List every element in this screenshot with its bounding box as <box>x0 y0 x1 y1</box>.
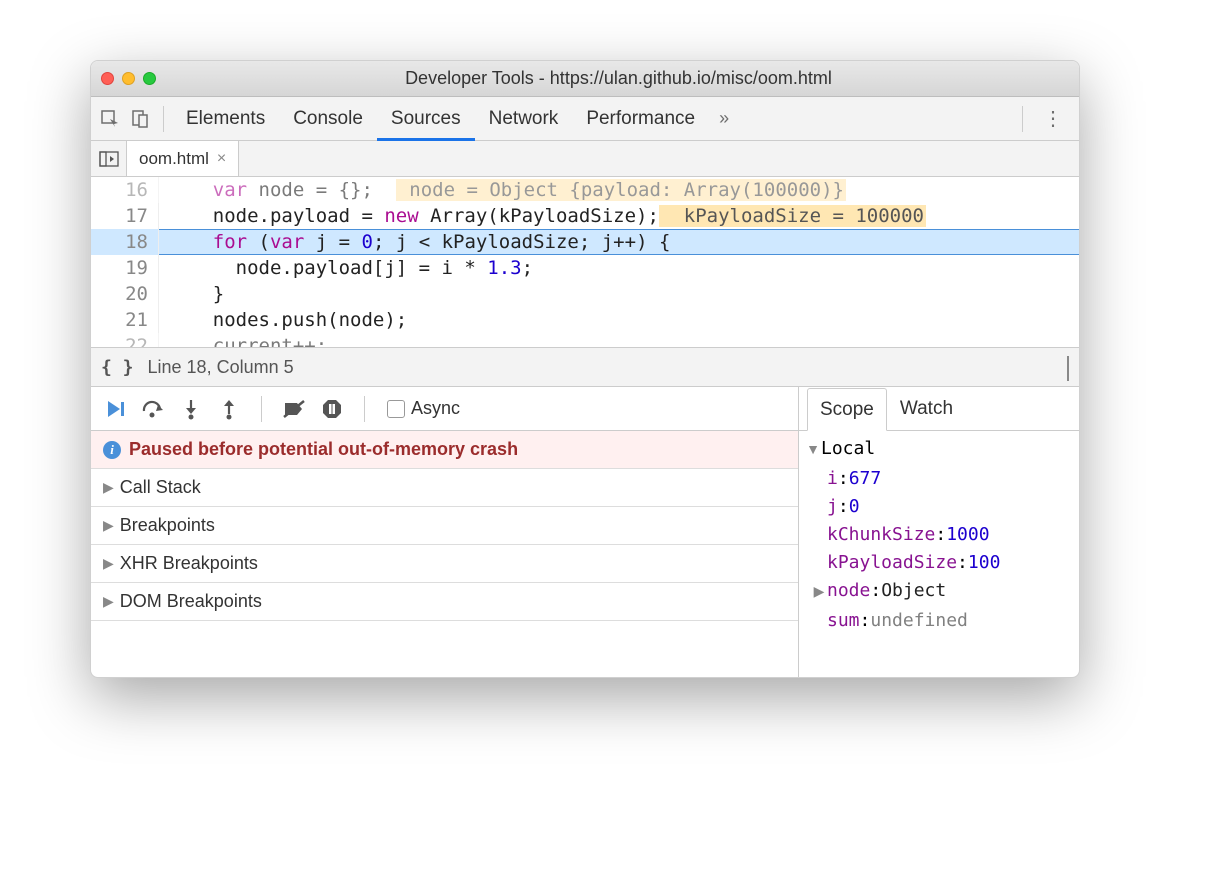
tab-sources[interactable]: Sources <box>377 97 475 141</box>
cursor-location: Line 18, Column 5 <box>148 357 1067 378</box>
debug-left-pane: Async i Paused before potential out-of-m… <box>91 387 799 677</box>
section-label: Breakpoints <box>120 515 215 536</box>
pause-banner: i Paused before potential out-of-memory … <box>91 431 798 469</box>
status-bar: { } Line 18, Column 5 <box>91 347 1079 387</box>
info-icon: i <box>103 441 121 459</box>
step-over-button[interactable] <box>139 395 167 423</box>
debug-toolbar: Async <box>91 387 798 431</box>
section-label: Call Stack <box>120 477 201 498</box>
checkbox-icon <box>387 400 405 418</box>
tab-network[interactable]: Network <box>475 97 573 141</box>
scope-tabbar: Scope Watch <box>799 387 1079 431</box>
inspect-element-icon[interactable] <box>95 104 125 134</box>
separator <box>261 396 262 422</box>
scope-local[interactable]: ▼ Local <box>805 435 1073 465</box>
pause-on-exceptions-button[interactable] <box>318 395 346 423</box>
step-into-button[interactable] <box>177 395 205 423</box>
minimize-window-button[interactable] <box>122 72 135 85</box>
panel-tabstrip: Elements Console Sources Network Perform… <box>91 97 1079 141</box>
code-line-highlighted: 18 for (var j = 0; j < kPayloadSize; j++… <box>91 229 1079 255</box>
close-tab-icon[interactable]: × <box>217 150 226 168</box>
tab-elements[interactable]: Elements <box>172 97 279 141</box>
async-label: Async <box>411 398 460 419</box>
breakpoints-section[interactable]: ▶ Breakpoints <box>91 507 798 545</box>
tab-scope[interactable]: Scope <box>807 388 887 431</box>
scope-var[interactable]: sum: undefined <box>805 607 1073 635</box>
file-tab-oom[interactable]: oom.html × <box>127 141 239 176</box>
resume-button[interactable] <box>101 395 129 423</box>
traffic-lights <box>101 72 156 85</box>
chevron-right-icon: ▶ <box>811 579 827 607</box>
xhr-breakpoints-section[interactable]: ▶ XHR Breakpoints <box>91 545 798 583</box>
scope-var[interactable]: kChunkSize: 1000 <box>805 521 1073 549</box>
deactivate-breakpoints-button[interactable] <box>280 395 308 423</box>
scope-tree: ▼ Local i: 677 j: 0 kChunkSize: 1000 kPa… <box>799 431 1079 677</box>
settings-menu-icon[interactable]: ⋮ <box>1031 106 1075 131</box>
more-tabs-icon[interactable]: » <box>709 108 739 129</box>
code-line: 17 node.payload = new Array(kPayloadSize… <box>91 203 1079 229</box>
device-toolbar-icon[interactable] <box>125 104 155 134</box>
step-out-button[interactable] <box>215 395 243 423</box>
navigator-toggle-icon[interactable] <box>91 141 127 176</box>
chevron-right-icon: ▶ <box>103 593 114 610</box>
file-tab-label: oom.html <box>139 149 209 169</box>
separator <box>364 396 365 422</box>
close-window-button[interactable] <box>101 72 114 85</box>
chevron-right-icon: ▶ <box>103 517 114 534</box>
debugger-panel: Async i Paused before potential out-of-m… <box>91 387 1079 677</box>
scope-local-label: Local <box>821 435 875 463</box>
drawer-toggle-icon[interactable] <box>1067 357 1069 378</box>
scope-var[interactable]: kPayloadSize: 100 <box>805 549 1073 577</box>
scope-pane: Scope Watch ▼ Local i: 677 j: 0 kChunkSi… <box>799 387 1079 677</box>
zoom-window-button[interactable] <box>143 72 156 85</box>
window-title: Developer Tools - https://ulan.github.io… <box>168 68 1069 89</box>
code-line: 22 current++; <box>91 333 1079 347</box>
scope-var-expandable[interactable]: ▶ node: Object <box>805 577 1073 607</box>
call-stack-section[interactable]: ▶ Call Stack <box>91 469 798 507</box>
async-checkbox[interactable]: Async <box>387 398 460 419</box>
code-editor[interactable]: 16 var node = {}; node = Object {payload… <box>91 177 1079 347</box>
tab-watch[interactable]: Watch <box>887 387 966 430</box>
section-label: DOM Breakpoints <box>120 591 262 612</box>
separator <box>163 106 164 132</box>
file-tabbar: oom.html × <box>91 141 1079 177</box>
chevron-down-icon: ▼ <box>805 437 821 465</box>
section-label: XHR Breakpoints <box>120 553 258 574</box>
tab-console[interactable]: Console <box>279 97 377 141</box>
devtools-window: Developer Tools - https://ulan.github.io… <box>90 60 1080 678</box>
tab-performance[interactable]: Performance <box>572 97 709 141</box>
scope-var[interactable]: j: 0 <box>805 493 1073 521</box>
separator <box>1022 106 1023 132</box>
pause-banner-text: Paused before potential out-of-memory cr… <box>129 439 518 460</box>
code-line: 16 var node = {}; node = Object {payload… <box>91 177 1079 203</box>
pretty-print-button[interactable]: { } <box>101 357 134 378</box>
code-line: 19 node.payload[j] = i * 1.3; <box>91 255 1079 281</box>
code-line: 20 } <box>91 281 1079 307</box>
code-line: 21 nodes.push(node); <box>91 307 1079 333</box>
chevron-right-icon: ▶ <box>103 479 114 496</box>
dom-breakpoints-section[interactable]: ▶ DOM Breakpoints <box>91 583 798 621</box>
chevron-right-icon: ▶ <box>103 555 114 572</box>
titlebar: Developer Tools - https://ulan.github.io… <box>91 61 1079 97</box>
scope-var[interactable]: i: 677 <box>805 465 1073 493</box>
